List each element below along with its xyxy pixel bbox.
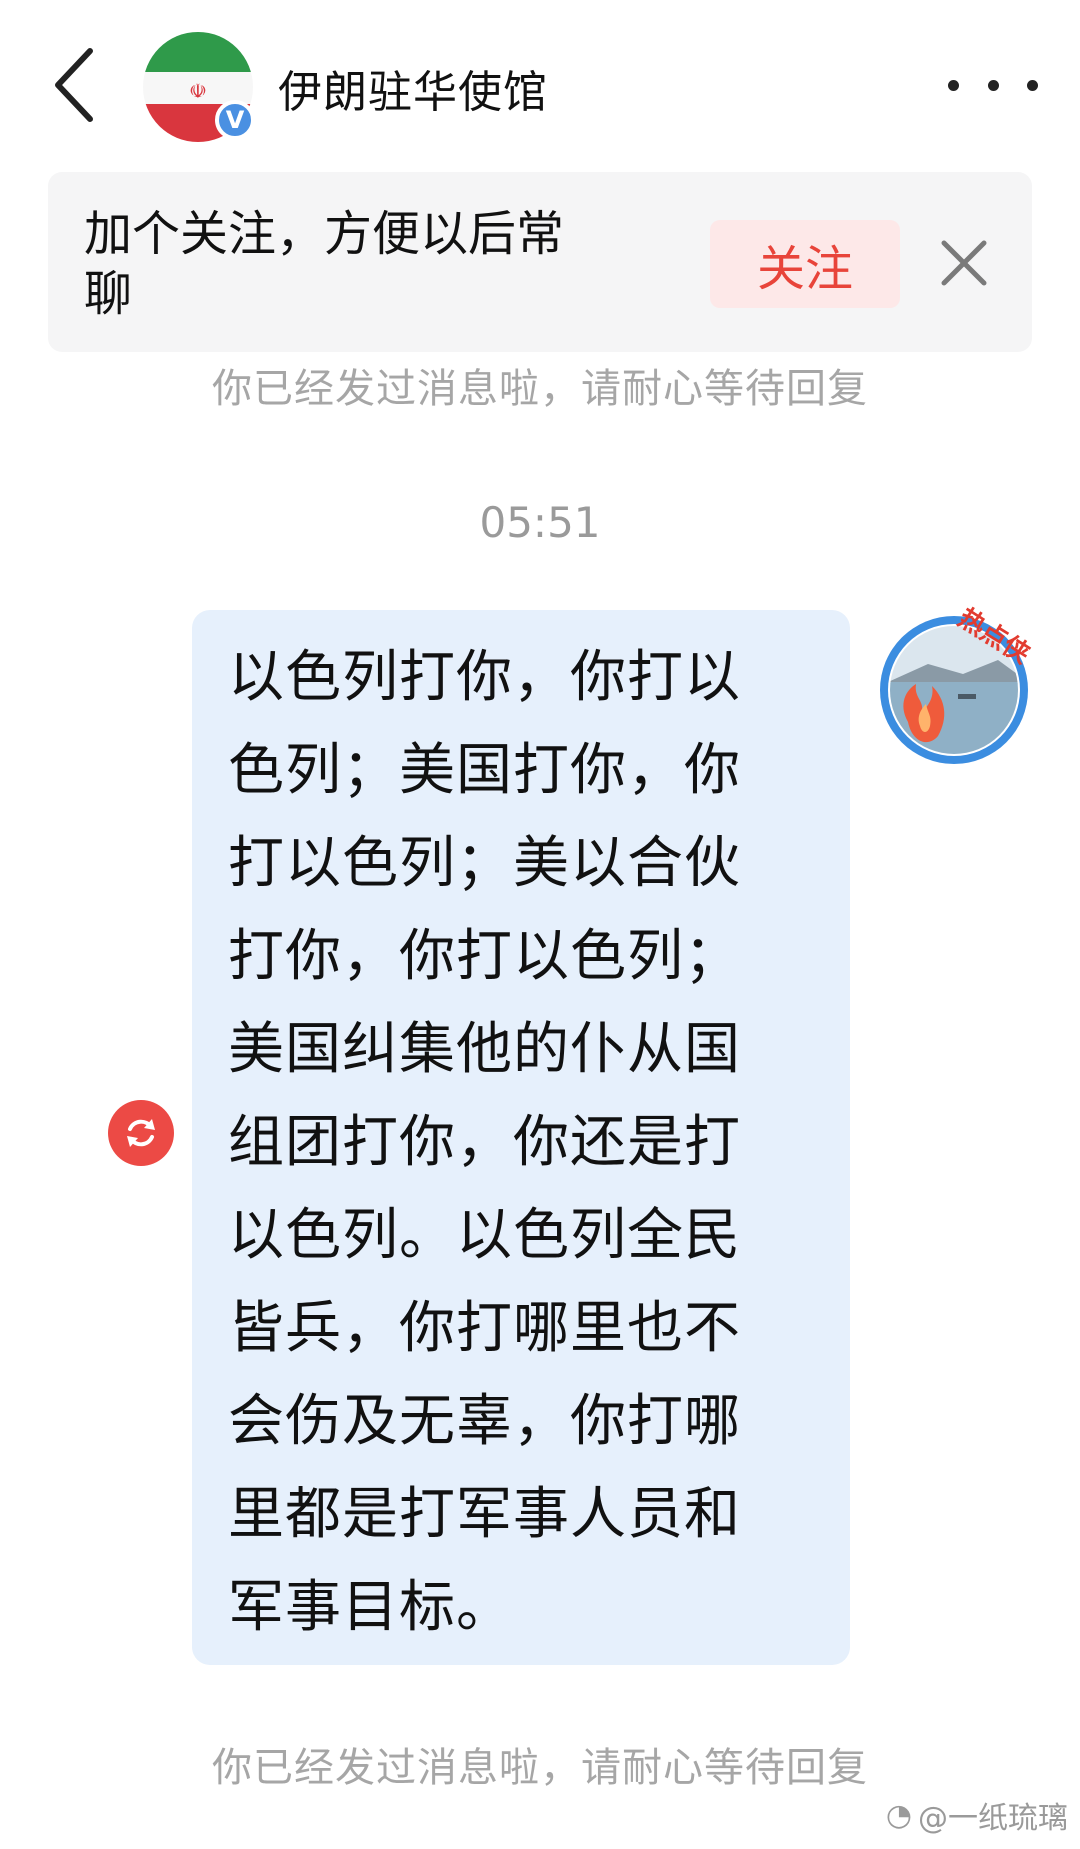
message-line: 打以色列；美以合伙 xyxy=(228,831,741,896)
follow-prompt-banner: 加个关注，方便以后常 聊 关注 xyxy=(48,172,1032,352)
follow-prompt-line1: 加个关注，方便以后常 xyxy=(84,206,565,262)
follow-button[interactable]: 关注 xyxy=(710,220,900,308)
resend-icon xyxy=(127,1119,155,1147)
message-line: 会伤及无辜，你打哪 xyxy=(228,1389,741,1454)
my-avatar[interactable]: 热点侠 xyxy=(868,603,1044,780)
chevron-left-icon xyxy=(55,48,93,122)
system-note: 你已经发过消息啦，请耐心等待回复 xyxy=(212,366,868,412)
message-line: 美国纠集他的仆从国 xyxy=(228,1017,741,1082)
contact-avatar[interactable]: ☫ V xyxy=(143,32,255,142)
follow-prompt-line2: 聊 xyxy=(84,266,133,322)
close-icon xyxy=(941,240,987,286)
message-timestamp: 05:51 xyxy=(479,498,601,547)
system-note-bottom: 你已经发过消息啦，请耐心等待回复 xyxy=(212,1745,868,1791)
message-line: 军事目标。 xyxy=(228,1575,513,1640)
message-line: 以色列。以色列全民 xyxy=(228,1203,741,1268)
message-line: 里都是打军事人员和 xyxy=(228,1482,741,1547)
sent-message-bubble[interactable]: 以色列打你，你打以 色列；美国打你，你 打以色列；美以合伙 打你，你打以色列； … xyxy=(192,610,850,1665)
verified-badge: V xyxy=(215,100,255,140)
more-dots-icon xyxy=(948,79,1038,91)
close-banner-button[interactable] xyxy=(928,227,1000,299)
watermark-text: @一纸琉璃 xyxy=(918,1801,1068,1836)
resend-button[interactable] xyxy=(108,1100,174,1166)
watermark: ◔ @一纸琉璃 xyxy=(886,1793,1068,1837)
chat-title: 伊朗驻华使馆 xyxy=(278,67,548,118)
message-line: 组团打你，你还是打 xyxy=(228,1110,741,1175)
message-line: 皆兵，你打哪里也不 xyxy=(228,1296,741,1361)
message-line: 打你，你打以色列； xyxy=(228,924,741,989)
back-button[interactable] xyxy=(44,40,104,130)
message-line: 色列；美国打你，你 xyxy=(228,738,741,803)
message-line: 以色列打你，你打以 xyxy=(228,645,741,710)
follow-prompt-text: 加个关注，方便以后常 聊 xyxy=(84,204,644,324)
more-options-button[interactable] xyxy=(948,60,1038,110)
weibo-logo-icon: ◔ xyxy=(885,1797,912,1833)
